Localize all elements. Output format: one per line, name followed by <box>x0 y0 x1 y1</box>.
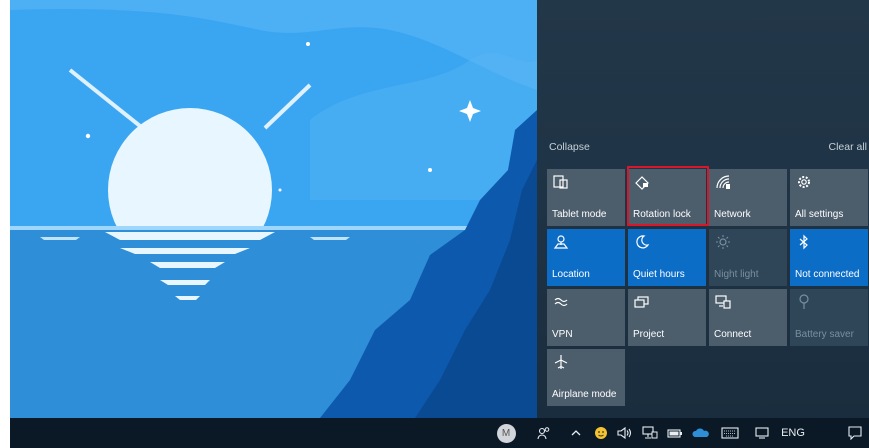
tile-label: Tablet mode <box>552 209 607 220</box>
keyboard-icon <box>721 427 739 439</box>
tile-airplane-mode[interactable]: Airplane mode <box>547 349 625 406</box>
onedrive-icon <box>692 428 709 437</box>
desktop-wallpaper <box>10 0 537 418</box>
people-icon <box>537 427 550 440</box>
moon-icon <box>636 235 650 249</box>
tile-connect[interactable]: Connect <box>709 289 787 346</box>
airplane-icon <box>554 355 568 369</box>
onedrive-button[interactable] <box>691 418 711 448</box>
tile-label: Battery saver <box>795 329 854 340</box>
network-tray-button[interactable] <box>640 418 660 448</box>
bluetooth-icon <box>799 234 808 250</box>
display-button[interactable] <box>752 418 772 448</box>
vpn-icon <box>554 297 568 307</box>
battery-button[interactable] <box>665 418 685 448</box>
tile-location[interactable]: Location <box>547 229 625 286</box>
gear-icon <box>798 176 810 188</box>
wallpaper-art <box>10 0 537 418</box>
battery-icon <box>667 429 682 438</box>
people-button[interactable] <box>534 418 554 448</box>
tile-label: Location <box>552 269 590 280</box>
tile-vpn[interactable]: VPN <box>547 289 625 346</box>
show-hidden-icons-button[interactable] <box>567 418 585 448</box>
tile-rotation-lock[interactable]: Rotation lock <box>628 169 706 226</box>
tablet-mode-icon <box>553 175 568 189</box>
action-center-button[interactable] <box>844 418 866 448</box>
location-icon <box>553 235 569 249</box>
tile-battery-saver[interactable]: Battery saver <box>790 289 868 346</box>
tile-all-settings[interactable]: All settings <box>790 169 868 226</box>
tile-label: Night light <box>714 269 759 280</box>
language-indicator[interactable]: ENG <box>778 418 808 448</box>
tile-network[interactable]: Network <box>709 169 787 226</box>
collapse-link[interactable]: Collapse <box>549 141 590 153</box>
sun-icon <box>716 235 730 249</box>
network-icon <box>716 175 730 189</box>
tile-label: All settings <box>795 209 844 220</box>
emoji-icon <box>595 427 607 439</box>
language-label: ENG <box>781 427 805 439</box>
tile-label: Airplane mode <box>552 389 617 400</box>
notification-icon <box>848 426 862 440</box>
tile-label: Network <box>714 209 751 220</box>
tile-bluetooth[interactable]: Not connected <box>790 229 868 286</box>
rotation-lock-icon <box>635 176 649 190</box>
avatar: M <box>496 423 516 443</box>
connect-icon <box>715 295 731 309</box>
tile-label: VPN <box>552 329 573 340</box>
touch-keyboard-button[interactable] <box>718 418 742 448</box>
action-center-header: Collapse Clear all <box>537 141 869 155</box>
volume-button[interactable] <box>615 418 635 448</box>
clear-all-link[interactable]: Clear all <box>828 141 867 153</box>
project-icon <box>634 296 649 308</box>
network-tray-icon <box>642 426 658 439</box>
tile-project[interactable]: Project <box>628 289 706 346</box>
tile-quiet-hours[interactable]: Quiet hours <box>628 229 706 286</box>
chevron-up-icon <box>571 430 581 436</box>
volume-icon <box>617 426 632 440</box>
tile-label: Rotation lock <box>633 209 691 220</box>
tile-label: Project <box>633 329 665 340</box>
user-avatar-button[interactable]: M <box>494 418 518 448</box>
tile-label: Quiet hours <box>633 269 685 280</box>
tile-label: Connect <box>714 329 752 340</box>
emoji-tray-button[interactable] <box>592 418 610 448</box>
tile-tablet-mode[interactable]: Tablet mode <box>547 169 625 226</box>
taskbar: M ENG <box>10 418 869 448</box>
tile-night-light[interactable]: Night light <box>709 229 787 286</box>
display-icon <box>755 427 769 439</box>
battery-saver-icon <box>799 294 809 309</box>
tile-label: Not connected <box>795 269 860 280</box>
